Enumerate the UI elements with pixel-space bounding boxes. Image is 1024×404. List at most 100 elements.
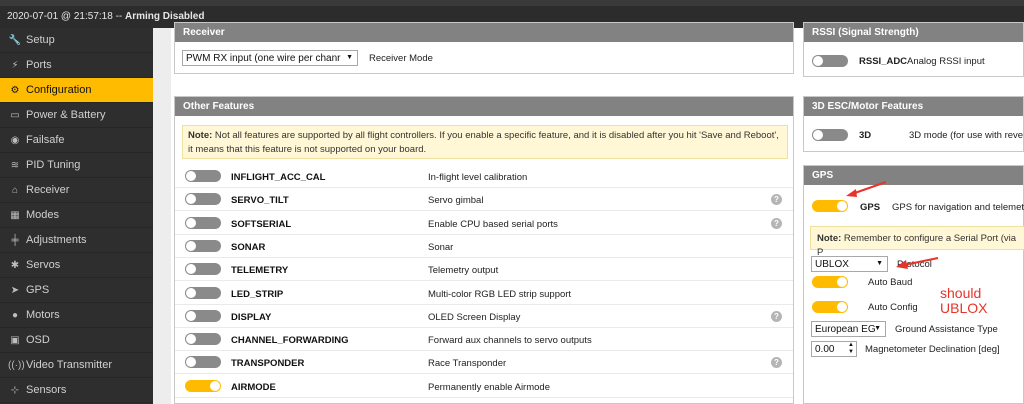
sidebar-item-ports[interactable]: ⚡ Ports (0, 53, 153, 78)
sidebar-item-label: Receiver (26, 184, 70, 196)
feature-desc: Multi-color RGB LED strip support (428, 288, 572, 300)
sidebar-item-power-battery[interactable]: ▭ Power & Battery (0, 103, 153, 128)
mag-declination-value: 0.00 (815, 343, 835, 355)
servo-icon: ✱ (10, 259, 20, 271)
ground-assistance-select[interactable]: European EG ▼ (811, 321, 886, 337)
failsafe-icon: ◉ (10, 134, 20, 146)
feature-toggle[interactable] (185, 356, 221, 369)
sidebar-item-label: Motors (26, 309, 60, 321)
sidebar-item-label: Sensors (26, 384, 67, 396)
feature-name: TRANSPONDER (231, 358, 305, 370)
feature-row: LED_STRIP Multi-color RGB LED strip suppo… (175, 282, 793, 305)
auto-config-label: Auto Config (868, 302, 918, 313)
chevron-down-icon: ▼ (874, 325, 881, 332)
feature-row: DISPLAY OLED Screen Display? (175, 305, 793, 328)
feature-toggle[interactable] (185, 309, 221, 322)
feature-toggle[interactable] (185, 170, 221, 182)
sidebar-item-motors[interactable]: ● Motors (0, 303, 153, 328)
sidebar-item-modes[interactable]: ▦ Modes (0, 203, 153, 228)
feature-name: CHANNEL_FORWARDING (231, 335, 349, 347)
sidebar-item-servos[interactable]: ✱ Servos (0, 253, 153, 278)
feature-name: DISPLAY (231, 311, 272, 323)
sidebar-item-sensors[interactable]: ⊹ Sensors (0, 378, 153, 403)
help-icon[interactable]: ? (771, 310, 782, 322)
features-note-text: Not all features are supported by all fl… (188, 130, 779, 155)
rssi-toggle[interactable] (812, 55, 848, 67)
help-icon[interactable]: ? (771, 217, 782, 229)
3d-mode-toggle[interactable] (812, 129, 848, 141)
sidebar-item-pid-tuning[interactable]: ≋ PID Tuning (0, 153, 153, 178)
sidebar-item-label: Failsafe (26, 134, 65, 146)
feature-desc: OLED Screen Display (428, 311, 521, 323)
sidebar-item-label: OSD (26, 334, 50, 346)
feature-toggle[interactable] (185, 216, 221, 229)
feature-row: SOFTSERIAL Enable CPU based serial ports? (175, 212, 793, 235)
feature-toggle[interactable] (185, 333, 221, 346)
receiver-icon: ⌂ (11, 184, 19, 196)
feature-desc: Forward aux channels to servo outputs (428, 335, 592, 347)
sidebar-item-label: GPS (26, 284, 50, 296)
mag-declination-input[interactable]: 0.00 ▲ ▼ (811, 341, 857, 357)
feature-toggle[interactable] (185, 193, 221, 206)
feature-toggle[interactable] (185, 239, 221, 252)
battery-icon: ▭ (10, 109, 20, 121)
esc3d-panel: 3D ESC/Motor Features 3D 3D mode (for us… (803, 96, 1024, 152)
gps-note-label: Note: (817, 233, 842, 244)
3d-feature-desc: 3D mode (for use with reve (909, 130, 1024, 141)
mag-declination-label: Magnetometer Declination [deg] (865, 344, 1000, 355)
sidebar-item-failsafe[interactable]: ◉ Failsafe (0, 128, 153, 153)
auto-baud-toggle[interactable] (812, 276, 848, 288)
feature-name: SERVO_TILT (231, 195, 289, 207)
sidebar-item-video-transmitter[interactable]: ((·)) Video Transmitter (0, 353, 153, 378)
receiver-mode-label: Receiver Mode (369, 53, 433, 64)
gps-protocol-select[interactable]: UBLOX ▼ (811, 256, 888, 272)
feature-desc: Permanently enable Airmode (428, 381, 550, 393)
modes-icon: ▦ (10, 209, 20, 221)
feature-desc: Race Transponder (428, 358, 507, 370)
window-tab-strip (0, 0, 1024, 6)
gps-feature-name: GPS (860, 202, 881, 213)
sidebar-item-label: Servos (26, 259, 61, 271)
stepper-icon[interactable]: ▲ ▼ (848, 342, 854, 356)
feature-row: TRANSPONDER Race Transponder? (175, 351, 793, 375)
feature-name: SONAR (231, 241, 266, 253)
feature-row: TELEMETRY Telemetry output (175, 258, 793, 282)
feature-toggle[interactable] (185, 263, 221, 276)
ground-assistance-label: Ground Assistance Type (895, 324, 998, 335)
feature-name: SOFTSERIAL (231, 218, 292, 230)
feature-desc: Servo gimbal (428, 195, 484, 207)
receiver-mode-value: PWM RX input (one wire per chanr (186, 52, 341, 64)
status-timestamp: 2020-07-01 @ 21:57:18 (7, 11, 113, 22)
sidebar-item-adjustments[interactable]: ╪ Adjustments (0, 228, 153, 253)
feature-row: INFLIGHT_ACC_CAL In-flight level calibrat… (175, 165, 793, 188)
help-icon[interactable]: ? (771, 194, 782, 206)
sidebar-item-osd[interactable]: ▣ OSD (0, 328, 153, 353)
content-gutter (153, 28, 171, 404)
rssi-panel-title: RSSI (Signal Strength) (804, 23, 1023, 42)
annotation-line-2: UBLOX (940, 300, 988, 316)
sidebar-item-label: Video Transmitter (26, 359, 113, 371)
sidebar-item-configuration[interactable]: ⚙ Configuration (0, 78, 153, 103)
feature-toggle[interactable] (185, 286, 221, 299)
feature-name: AIRMODE (231, 381, 276, 393)
sidebar-item-gps[interactable]: ➤ GPS (0, 278, 153, 303)
arming-status: Arming Disabled (125, 11, 205, 22)
other-features-panel: Other Features Note: Not all features ar… (174, 96, 794, 404)
sidebar-item-setup[interactable]: 🔧 Setup (0, 28, 153, 53)
receiver-mode-select[interactable]: PWM RX input (one wire per chanr ▼ (182, 50, 358, 66)
location-icon: ➤ (10, 284, 20, 296)
gps-panel: GPS GPS GPS for navigation and telemet N… (803, 165, 1024, 404)
rssi-panel: RSSI (Signal Strength) RSSI_ADC Analog R… (803, 22, 1024, 77)
annotation-text: should UBLOX (940, 286, 987, 316)
sidebar-item-label: PID Tuning (26, 159, 81, 171)
annotation-arrow-protocol (896, 257, 939, 269)
help-icon[interactable]: ? (771, 357, 782, 369)
feature-toggle[interactable] (185, 379, 221, 392)
gps-panel-title: GPS (804, 166, 1023, 185)
features-note-label: Note: (188, 130, 213, 141)
gear-icon: ⚙ (10, 84, 20, 96)
sliders-icon: ╪ (11, 234, 19, 246)
receiver-panel-title: Receiver (175, 23, 793, 42)
sidebar-item-receiver[interactable]: ⌂ Receiver (0, 178, 153, 203)
auto-config-toggle[interactable] (812, 301, 848, 313)
